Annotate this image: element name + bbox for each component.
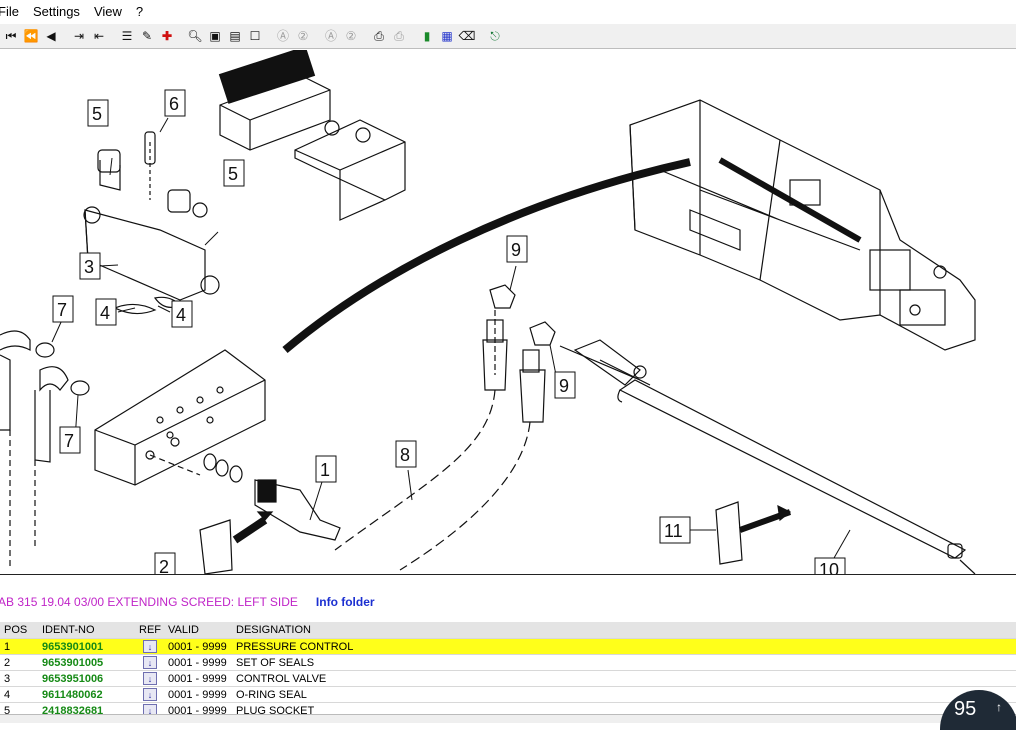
first-page-icon[interactable]: ⏮ — [2, 27, 20, 45]
row-designation: SET OF SEALS — [236, 656, 315, 669]
prev-icon[interactable]: ◀ — [42, 27, 60, 45]
callout-9b[interactable]: 9 — [559, 376, 569, 396]
callout-7a[interactable]: 7 — [57, 300, 67, 320]
prev-group-icon[interactable]: ⏪ — [22, 27, 40, 45]
menu-view[interactable]: View — [88, 4, 130, 19]
row-pos: 4 — [4, 688, 11, 701]
print-list-icon[interactable]: ☰ — [118, 27, 136, 45]
col-designation[interactable]: DESIGNATION — [236, 624, 1016, 636]
control-valve-assembly — [83, 131, 220, 315]
menu-settings[interactable]: Settings — [27, 4, 88, 19]
row-ident: 9653901001 — [42, 640, 104, 653]
import-icon[interactable]: ⇤ — [90, 27, 108, 45]
print-preview-icon[interactable]: ⎙ — [390, 27, 408, 45]
table-row[interactable]: 4 9611480062 ↓ 0001 - 9999 O-RING SEAL — [0, 687, 1016, 703]
row-ident: 9653901005 — [42, 656, 104, 669]
zoom-d-icon[interactable]: ② — [342, 27, 360, 45]
edit-icon[interactable]: ✎ — [138, 27, 156, 45]
select-icon[interactable]: ☐ — [246, 27, 264, 45]
zoom-c-icon[interactable]: Ⓐ — [322, 27, 340, 45]
long-rod — [617, 379, 976, 574]
ref-arrow-icon[interactable]: ↓ — [143, 672, 157, 685]
row-valid: 0001 - 9999 — [168, 656, 227, 669]
callout-8[interactable]: 8 — [400, 445, 410, 465]
manifold-block — [94, 349, 266, 486]
print-icon[interactable]: ⎙ — [370, 27, 388, 45]
menu-bar: File Settings View ? — [0, 0, 1016, 22]
info-folder-link[interactable]: Info folder — [316, 595, 375, 609]
valve-block-top — [218, 50, 406, 221]
callout-4b[interactable]: 4 — [176, 305, 186, 325]
row-valid: 0001 - 9999 — [168, 672, 227, 685]
callout-5b[interactable]: 5 — [228, 164, 238, 184]
callout-4a[interactable]: 4 — [100, 303, 110, 323]
row-designation: O-RING SEAL — [236, 688, 307, 701]
export-icon[interactable]: ⇥ — [70, 27, 88, 45]
fit-page-icon[interactable]: ▣ — [206, 27, 224, 45]
ref-arrow-icon[interactable]: ↓ — [143, 688, 157, 701]
table-row[interactable]: 2 9653901005 ↓ 0001 - 9999 SET OF SEALS — [0, 655, 1016, 671]
row-valid: 0001 - 9999 — [168, 640, 227, 653]
row-pos: 1 — [4, 640, 11, 653]
row-ident: 9653951006 — [42, 672, 104, 685]
row-ident: 9611480062 — [42, 688, 103, 701]
callout-2[interactable]: 2 — [159, 557, 169, 574]
info-bar: AB 315 19.04 03/00 EXTENDING SCREED: LEF… — [0, 592, 375, 612]
col-valid[interactable]: VALID — [166, 624, 236, 636]
drawing-title: AB 315 19.04 03/00 EXTENDING SCREED: LEF… — [0, 595, 298, 609]
exit-icon[interactable]: ⎋ — [486, 27, 504, 45]
row-pos: 2 — [4, 656, 11, 669]
toolbar: ⏮ ⏪ ◀ ⇥ ⇤ ☰ ✎ ✚ 🔍︎ ▣ ▤ ☐ Ⓐ ② Ⓐ ② ⎙ ⎙ ▮ ▦… — [0, 24, 1016, 49]
table-row[interactable]: 3 9653951006 ↓ 0001 - 9999 CONTROL VALVE — [0, 671, 1016, 687]
parts-table: POS IDENT-NO REF VALID DESIGNATION 1 965… — [0, 622, 1016, 719]
menu-help[interactable]: ? — [130, 4, 151, 19]
callout-6[interactable]: 6 — [169, 94, 179, 114]
badge-number: 95 — [954, 698, 977, 720]
pressure-control-valve — [232, 479, 341, 544]
callout-3[interactable]: 3 — [84, 257, 94, 277]
row-designation: CONTROL VALVE — [236, 672, 327, 685]
callout-10[interactable]: 10 — [819, 560, 839, 574]
add-icon[interactable]: ✚ — [158, 27, 176, 45]
seal-kit-bag — [199, 501, 792, 574]
callout-7b[interactable]: 7 — [64, 431, 74, 451]
grid-icon[interactable]: ▦ — [438, 27, 456, 45]
row-designation: PRESSURE CONTROL — [236, 640, 354, 653]
hose-paths — [334, 389, 531, 571]
exploded-parts-drawing[interactable]: 5 6 5 3 4 4 7 7 1 8 9 9 11 10 2 — [0, 50, 1016, 575]
col-ident[interactable]: IDENT-NO — [38, 624, 134, 636]
callout-9a[interactable]: 9 — [511, 240, 521, 260]
col-pos[interactable]: POS — [0, 624, 38, 636]
zoom-b-icon[interactable]: ② — [294, 27, 312, 45]
row-pos: 3 — [4, 672, 11, 685]
arrow-up-icon: ↑ — [996, 700, 1002, 714]
fit-width-icon[interactable]: ▤ — [226, 27, 244, 45]
menu-file[interactable]: File — [0, 4, 27, 19]
table-row[interactable]: 1 9653901001 ↓ 0001 - 9999 PRESSURE CONT… — [0, 639, 1016, 655]
book-icon[interactable]: ▮ — [418, 27, 436, 45]
row-valid: 0001 - 9999 — [168, 688, 227, 701]
screed-frame — [629, 99, 976, 351]
callout-5a[interactable]: 5 — [92, 104, 102, 124]
zoom-icon[interactable]: 🔍︎ — [186, 27, 204, 45]
callout-1[interactable]: 1 — [320, 460, 330, 480]
eraser-icon[interactable]: ⌫ — [458, 27, 476, 45]
table-header: POS IDENT-NO REF VALID DESIGNATION — [0, 622, 1016, 639]
ref-arrow-icon[interactable]: ↓ — [143, 640, 157, 653]
leader-lines — [51, 117, 851, 566]
ref-arrow-icon[interactable]: ↓ — [143, 656, 157, 669]
col-ref[interactable]: REF — [134, 624, 166, 636]
callout-11[interactable]: 11 — [664, 521, 683, 541]
zoom-a-icon[interactable]: Ⓐ — [274, 27, 292, 45]
hose-fittings — [482, 284, 651, 423]
